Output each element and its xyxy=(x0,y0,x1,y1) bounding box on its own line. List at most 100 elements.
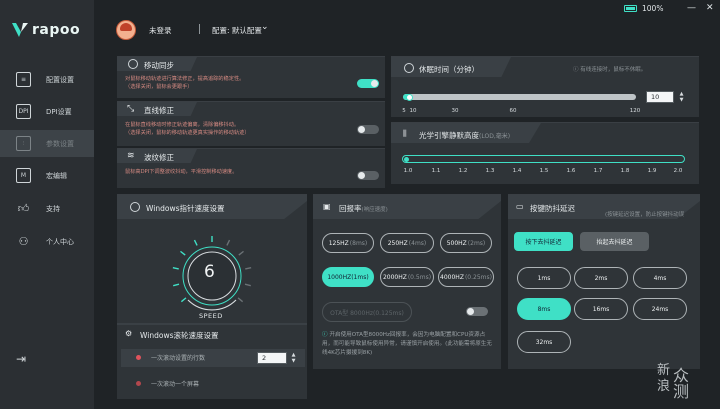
motion-sync-desc: 对鼠标移动轨迹进行算法修正，提高追踪的稳定性。 xyxy=(125,76,245,82)
lod-tick: 1.2 xyxy=(458,168,468,174)
dial-tick xyxy=(238,250,244,256)
dial-tick xyxy=(245,266,252,270)
polling-note-text: 开启使用OTA型8000Hz回报率，会因为电脑配置和CPU资源占用，而可能导致鼠… xyxy=(322,332,492,356)
debounce-16ms-button[interactable]: 16ms xyxy=(574,298,628,320)
polling-8000-toggle[interactable] xyxy=(466,307,488,316)
scroll-option-lines-row[interactable]: 一次滚动设置的行数 2 ▲ ▼ xyxy=(121,349,305,367)
sleep-tick: 30 xyxy=(451,108,459,114)
sleep-time-title: 休眠时间（分钟） xyxy=(419,65,479,74)
brand-logo: rapoo xyxy=(12,22,80,38)
debounce-hint: (按键延迟设置，防止按键抖动误 xyxy=(605,212,685,218)
sidebar: rapoo ≡ 配置设置 DPI DPI设置 ⫶ 参数设置 M 宏编辑 👍︎ 支… xyxy=(0,0,94,409)
polling-rate-2000-button[interactable]: 2000HZ (0.5ms) xyxy=(380,267,434,287)
sidebar-item-label: 个人中心 xyxy=(46,237,74,246)
angle-snap-desc: 在鼠标直线移动时修正轨迹偏离，清除偏移抖动。 xyxy=(125,122,240,128)
debounce-1ms-button[interactable]: 1ms xyxy=(517,267,571,289)
rate-main: 500HZ xyxy=(446,239,467,247)
pointer-speed-value: 6 xyxy=(204,262,215,282)
lod-tick: 1.8 xyxy=(620,168,630,174)
pointer-speed-label: SPEED xyxy=(199,312,223,320)
lod-title: 光学引擎静默高度(LOD,毫米) xyxy=(419,130,510,141)
sidebar-item-user-center[interactable]: ⚇ 个人中心 xyxy=(0,228,94,255)
watermark-char: 新 xyxy=(657,363,672,378)
pointer-speed-card: Windows指针速度设置 6 SPEED ⚙ Windows滚轮速度设置 一次… xyxy=(117,194,307,399)
polling-title-sub: (响应速度) xyxy=(361,207,388,213)
lod-slider-handle[interactable] xyxy=(404,157,409,162)
polling-rate-card: ▣ 回报率(响应速度) 125HZ (8ms) 250HZ (4ms) 500HZ(… xyxy=(313,194,501,369)
polling-rate-8000-button[interactable]: OTA型 8000Hz(0.125ms) xyxy=(322,302,412,322)
dial-tick xyxy=(244,283,251,287)
sleep-value-input[interactable]: 10 xyxy=(646,91,674,103)
sleep-slider-track[interactable] xyxy=(403,94,636,100)
profile-selector[interactable]: 配置: 默认配置 xyxy=(212,25,262,36)
rate-main: 4000HZ xyxy=(440,273,464,281)
clock-icon xyxy=(128,59,138,69)
sleep-hint-text: 有线连接时，鼠标不休眠。 xyxy=(580,67,647,73)
dpi-icon: DPI xyxy=(16,104,31,119)
collapse-menu-icon[interactable]: ⇥ xyxy=(16,352,26,366)
angle-snap-toggle[interactable] xyxy=(357,125,379,134)
sidebar-item-label: 参数设置 xyxy=(46,139,74,148)
debounce-32ms-button[interactable]: 32ms xyxy=(517,331,571,353)
chevron-down-icon[interactable]: ⌄ xyxy=(261,22,269,32)
scroll-lines-stepper[interactable]: ▲ ▼ xyxy=(290,352,297,364)
rate-sub: (0.5ms) xyxy=(407,273,432,281)
lod-tick: 1.6 xyxy=(566,168,576,174)
pointer-speed-title: Windows指针速度设置 xyxy=(146,204,225,213)
ripple-control-toggle[interactable] xyxy=(357,171,379,180)
sidebar-item-profile-settings[interactable]: ≡ 配置设置 xyxy=(0,66,94,93)
debounce-8ms-button[interactable]: 8ms xyxy=(517,298,571,320)
login-status[interactable]: 未登录 xyxy=(149,25,172,36)
scroll-lines-input[interactable]: 2 xyxy=(257,352,287,364)
dial-tick xyxy=(226,239,231,246)
lod-card: ⫼ 光学引擎静默高度(LOD,毫米) 1.0 1.1 1.2 1.3 1.4 1… xyxy=(391,122,699,184)
divider xyxy=(117,323,307,325)
polling-rate-500-button[interactable]: 500HZ (2ms) xyxy=(440,233,492,253)
motion-sync-card: 移动同步 对鼠标移动轨迹进行算法修正，提高追踪的稳定性。 （选择关闭，鼠标会更跟… xyxy=(117,56,385,98)
rate-main: 250HZ xyxy=(387,239,408,247)
sidebar-item-parameters[interactable]: ⫶ 参数设置 xyxy=(0,130,94,157)
debounce-press-tab[interactable]: 按下去抖延迟 xyxy=(514,232,573,251)
debounce-release-tab[interactable]: 抬起去抖延迟 xyxy=(580,232,649,251)
motion-sync-toggle[interactable] xyxy=(357,79,379,88)
angle-snap-card: ⤡ 直线修正 在鼠标直线移动时修正轨迹偏离，清除偏移抖动。 （选择关闭，鼠标的移… xyxy=(117,101,385,146)
polling-rate-1000-button[interactable]: 1000HZ(1ms) xyxy=(322,267,374,287)
close-icon[interactable]: ✕ xyxy=(706,3,714,13)
watermark-text: 众测 xyxy=(673,366,691,401)
radio-selected[interactable] xyxy=(136,355,141,360)
sleep-stepper[interactable]: ▲ ▼ xyxy=(678,91,685,103)
lod-tick: 1.4 xyxy=(512,168,522,174)
polling-rate-250-button[interactable]: 250HZ (4ms) xyxy=(380,233,434,253)
sleep-tick: 120 xyxy=(629,108,641,114)
debounce-4ms-button[interactable]: 4ms xyxy=(633,267,687,289)
sidebar-item-label: 支持 xyxy=(46,204,60,213)
scroll-gear-icon: ⚙ xyxy=(125,329,133,338)
lod-title-suffix: (LOD,毫米) xyxy=(479,133,511,140)
lod-tick: 1.3 xyxy=(485,168,495,174)
debounce-2ms-button[interactable]: 2ms xyxy=(574,267,628,289)
ripple-control-title: 波纹修正 xyxy=(144,153,174,162)
polling-rate-125-button[interactable]: 125HZ (8ms) xyxy=(322,233,374,253)
scroll-option-screen-row[interactable]: 一次滚动一个屏幕 xyxy=(121,375,305,391)
lod-slider-track[interactable] xyxy=(402,155,685,163)
debounce-24ms-button[interactable]: 24ms xyxy=(633,298,687,320)
scroll-option-screen-label: 一次滚动一个屏幕 xyxy=(151,381,200,388)
sidebar-item-macro[interactable]: M 宏编辑 xyxy=(0,162,94,189)
lod-tick: 2.0 xyxy=(673,168,683,174)
sleep-time-card: 休眠时间（分钟） ⓘ 有线连接时，鼠标不休眠。 5 10 30 60 120 1… xyxy=(391,56,699,117)
sleep-tick: 60 xyxy=(509,108,517,114)
sidebar-item-dpi[interactable]: DPI DPI设置 xyxy=(0,98,94,125)
rate-main: 125HZ xyxy=(328,239,349,247)
sidebar-item-support[interactable]: 👍︎ 支持 xyxy=(0,195,94,222)
debounce-card: ▭ 按键防抖延迟 (按键延迟设置，防止按键抖动误 按下去抖延迟 抬起去抖延迟 1… xyxy=(508,194,700,369)
sleep-tick: 10 xyxy=(409,108,417,114)
user-icon: ⚇ xyxy=(18,235,29,248)
sleep-slider-handle[interactable] xyxy=(406,93,413,101)
scroll-speed-title: Windows滚轮速度设置 xyxy=(140,331,219,340)
lod-icon: ⫼ xyxy=(403,129,407,138)
minimize-icon[interactable]: — xyxy=(687,3,696,13)
sidebar-item-label: 宏编辑 xyxy=(46,171,67,180)
avatar[interactable] xyxy=(116,20,136,40)
radio-unselected[interactable] xyxy=(136,381,141,386)
polling-rate-4000-button[interactable]: 4000HZ (0.25ms) xyxy=(438,267,494,287)
